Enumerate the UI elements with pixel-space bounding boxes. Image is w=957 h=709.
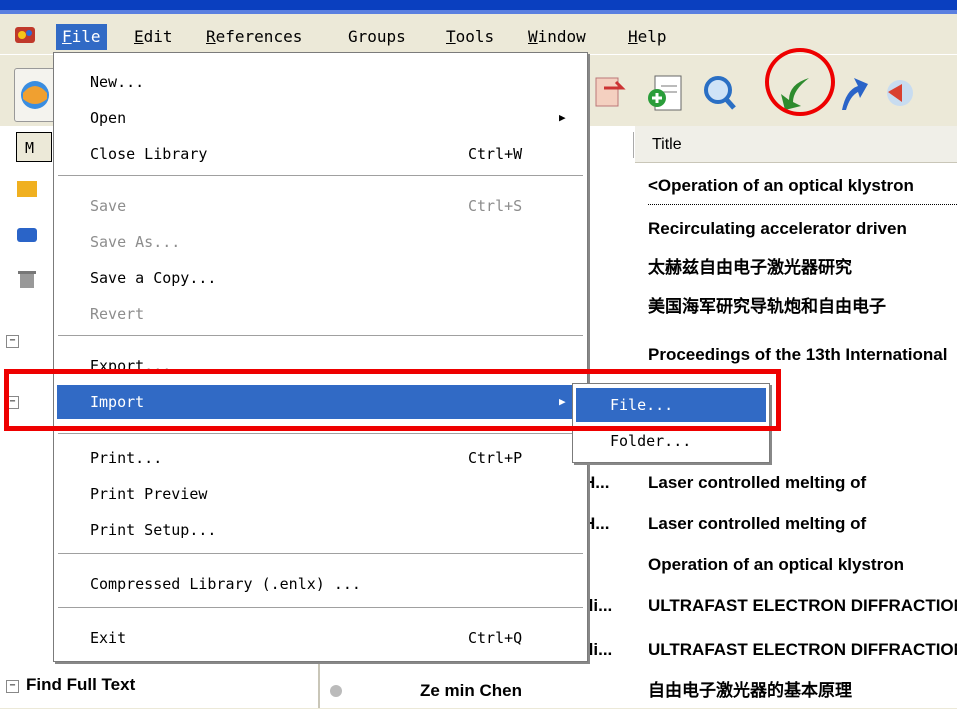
menu-separator <box>58 335 583 337</box>
mode-tab[interactable]: M <box>16 132 52 162</box>
menu-help[interactable]: Help <box>622 24 673 50</box>
trash-icon[interactable] <box>16 268 38 290</box>
export-arrow-icon[interactable] <box>832 72 872 114</box>
menu-file[interactable]: File <box>56 24 107 50</box>
menu-edit[interactable]: Edit <box>128 24 179 50</box>
collapse-toggle[interactable]: − <box>6 680 19 693</box>
menu-separator <box>58 175 583 177</box>
menu-separator <box>58 553 583 555</box>
menu-item-save-as[interactable]: Save As... <box>54 225 587 259</box>
reference-row-title[interactable]: 太赫兹自由电子激光器研究 <box>648 250 957 286</box>
menu-separator <box>58 607 583 609</box>
menu-item-print[interactable]: Print... Ctrl+P <box>54 441 587 475</box>
menu-item-save-copy[interactable]: Save a Copy... <box>54 261 587 295</box>
submenu-arrow-icon: ▶ <box>559 111 566 124</box>
menu-tools[interactable]: Tools <box>440 24 500 50</box>
globe-icon <box>21 81 49 109</box>
column-header-bar <box>635 126 957 163</box>
menu-item-new[interactable]: New... <box>54 65 587 99</box>
reference-row-title[interactable]: <Operation of an optical klystron <box>648 168 957 205</box>
column-header-title[interactable]: Title <box>652 132 682 158</box>
read-status-dot <box>330 685 342 697</box>
window-titlebar <box>0 0 957 14</box>
reference-row-title[interactable]: Recirculating accelerator driven <box>648 211 957 247</box>
find-full-text-group[interactable]: Find Full Text <box>26 675 135 695</box>
reference-row-title[interactable]: Operation of an optical klystron <box>648 547 957 583</box>
menu-item-print-preview[interactable]: Print Preview <box>54 477 587 511</box>
file-menu-dropdown: New... Open ▶ Close Library Ctrl+W Save Ctr… <box>53 52 588 662</box>
reference-row-title[interactable]: ULTRAFAST ELECTRON DIFFRACTION <box>648 588 957 624</box>
reference-row-title[interactable]: ULTRAFAST ELECTRON DIFFRACTION <box>648 632 957 668</box>
sync-icon[interactable] <box>880 72 920 114</box>
collapse-toggle[interactable]: − <box>6 335 19 348</box>
online-search-button[interactable] <box>14 68 56 122</box>
menu-item-compressed-library[interactable]: Compressed Library (.enlx) ... <box>54 567 587 601</box>
new-reference-icon[interactable] <box>645 72 685 114</box>
endnote-app-icon[interactable] <box>12 24 38 46</box>
find-full-text-icon[interactable] <box>700 72 740 114</box>
reference-row-author[interactable]: Ze min Chen <box>420 673 522 709</box>
menu-item-save[interactable]: Save Ctrl+S <box>54 189 587 223</box>
reference-row-title[interactable]: Laser controlled melting of <box>648 465 957 501</box>
reference-row-title[interactable]: Proceedings of the 13th International <box>648 337 957 373</box>
menu-item-open[interactable]: Open ▶ <box>54 101 587 135</box>
all-references-icon[interactable] <box>16 178 38 200</box>
reference-row-title[interactable]: 自由电子激光器的基本原理 <box>648 673 957 709</box>
menu-item-revert[interactable]: Revert <box>54 297 587 331</box>
reference-row-title[interactable]: Laser controlled melting of <box>648 506 957 542</box>
menu-item-print-setup[interactable]: Print Setup... <box>54 513 587 547</box>
copy-formatted-icon[interactable] <box>590 72 630 114</box>
unfiled-icon[interactable] <box>16 224 38 246</box>
menu-separator <box>58 433 583 435</box>
menu-groups[interactable]: Groups <box>342 24 412 50</box>
column-separator[interactable] <box>633 132 634 158</box>
annotation-rect-import <box>4 369 781 431</box>
reference-row-title[interactable]: 美国海军研究导轨炮和自由电子 <box>648 289 957 325</box>
annotation-circle-import <box>765 48 835 116</box>
menu-item-exit[interactable]: Exit Ctrl+Q <box>54 621 587 655</box>
menu-window[interactable]: Window <box>522 24 592 50</box>
menu-references[interactable]: References <box>200 24 308 50</box>
menu-item-close-library[interactable]: Close Library Ctrl+W <box>54 137 587 171</box>
